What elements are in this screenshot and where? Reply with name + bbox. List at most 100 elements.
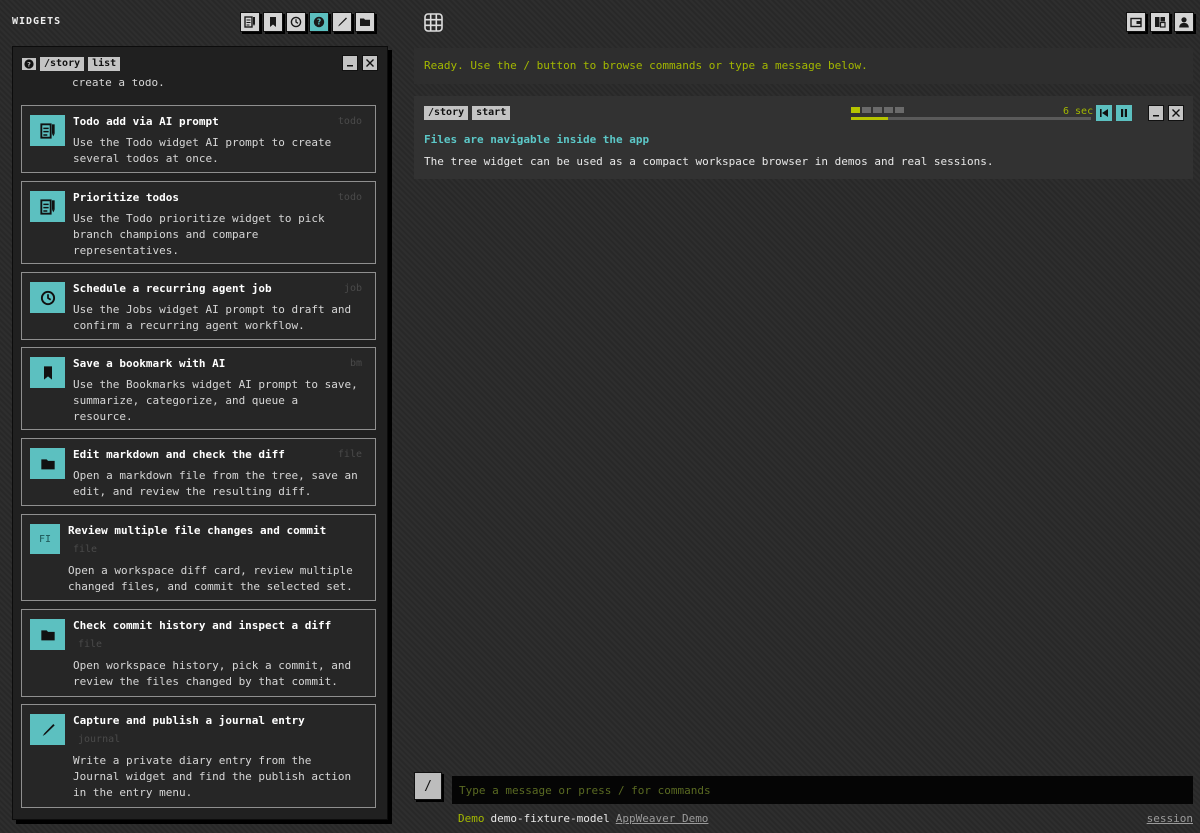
user-button[interactable] — [1174, 12, 1194, 32]
todo-icon — [244, 16, 255, 28]
card-icon — [30, 282, 65, 313]
story-card[interactable]: Todo add via AI prompt todo Use the Todo… — [21, 105, 376, 173]
step-segment — [895, 107, 904, 113]
card-tag: journal — [78, 734, 121, 745]
story-step-title: Files are navigable inside the app — [424, 133, 650, 146]
story-step-text: The tree widget can be used as a compact… — [424, 155, 994, 168]
card-description: Use the Jobs widget AI prompt to draft a… — [73, 303, 352, 332]
app-link[interactable]: AppWeaver Demo — [616, 812, 709, 825]
step-segment — [862, 107, 871, 113]
todo-widget-button[interactable] — [240, 12, 260, 32]
step-segment — [873, 107, 882, 113]
session-link[interactable]: session — [1147, 812, 1193, 825]
progress-bar — [851, 117, 1091, 120]
card-tag: file — [73, 544, 98, 555]
clock-icon — [40, 290, 55, 305]
help-icon: ? — [313, 16, 325, 28]
file-type-icon: FI — [30, 524, 60, 554]
card-description: Write a private diary entry from the Jour… — [73, 754, 352, 799]
footer: Demo demo-fixture-model AppWeaver Demo — [458, 812, 708, 825]
grid-icon[interactable] — [423, 12, 444, 33]
svg-text:?: ? — [27, 60, 31, 68]
card-icon — [30, 357, 65, 388]
help-widget-button[interactable]: ? — [309, 12, 329, 32]
bookmark-icon — [270, 17, 276, 27]
restart-button[interactable] — [1096, 105, 1112, 121]
todo-icon — [39, 122, 55, 139]
minimize-icon — [347, 65, 353, 67]
pause-button[interactable] — [1116, 105, 1132, 121]
close-button[interactable] — [362, 55, 378, 71]
list-command-chip[interactable]: list — [88, 57, 121, 71]
folder-icon — [40, 458, 55, 469]
clock-icon — [290, 16, 302, 28]
story-command-chip[interactable]: /story — [40, 57, 85, 71]
jobs-widget-button[interactable] — [286, 12, 306, 32]
story-progress — [851, 107, 1091, 120]
story-card[interactable]: Prioritize todos todo Use the Todo prior… — [21, 181, 376, 264]
card-description: Open a markdown file from the tree, save… — [73, 469, 358, 498]
card-title: Check commit history and inspect a diff — [73, 619, 332, 632]
card-tag: todo — [337, 116, 362, 127]
card-title: Prioritize todos — [73, 191, 179, 204]
close-button[interactable] — [1168, 105, 1184, 121]
files-widget-button[interactable] — [355, 12, 375, 32]
story-card[interactable]: FI Review multiple file changes and comm… — [21, 514, 376, 601]
card-icon — [30, 115, 65, 146]
pause-icon — [1121, 109, 1127, 117]
card-title: Save a bookmark with AI — [73, 357, 226, 370]
story-card[interactable]: Check commit history and inspect a diff … — [21, 609, 376, 697]
story-list-panel: create a todo. Todo add via AI prompt to… — [12, 46, 388, 820]
card-icon — [30, 714, 65, 745]
story-card[interactable]: Capture and publish a journal entry jour… — [21, 704, 376, 808]
minimize-icon — [1153, 115, 1159, 117]
status-message: Ready. Use the / button to browse comman… — [414, 48, 1193, 84]
card-description: Use the Todo prioritize widget to pick br… — [73, 212, 325, 257]
wallet-button[interactable] — [1126, 12, 1146, 32]
step-segment — [851, 107, 860, 113]
wallet-icon — [1130, 17, 1142, 28]
bookmark-widget-button[interactable] — [263, 12, 283, 32]
step-segment — [884, 107, 893, 113]
todo-icon — [39, 198, 55, 215]
card-tag: file — [337, 449, 362, 460]
card-description: Use the Bookmarks widget AI prompt to sa… — [73, 378, 358, 423]
card-tag: todo — [337, 192, 362, 203]
card-title: Edit markdown and check the diff — [73, 448, 285, 461]
story-card[interactable]: Schedule a recurring agent job job Use t… — [21, 272, 376, 340]
mode-label: Demo — [458, 812, 485, 825]
close-icon — [366, 59, 374, 67]
card-description: Use the Todo widget AI prompt to create s… — [73, 136, 332, 165]
message-input[interactable] — [452, 776, 1193, 804]
minimize-button[interactable] — [1148, 105, 1164, 121]
widgets-title: WIDGETS — [12, 16, 62, 27]
card-title: Todo add via AI prompt — [73, 115, 219, 128]
card-description: Open workspace history, pick a commit, a… — [73, 659, 352, 688]
close-icon — [1172, 109, 1180, 117]
story-command-chip[interactable]: /story — [424, 106, 469, 120]
card-icon — [30, 619, 65, 650]
folder-icon — [360, 18, 370, 26]
card-title: Review multiple file changes and commit — [68, 524, 327, 537]
story-card[interactable]: Save a bookmark with AI bm Use the Bookm… — [21, 347, 376, 430]
panel-header: ? /story list — [13, 47, 387, 79]
journal-widget-button[interactable] — [332, 12, 352, 32]
model-label: demo-fixture-model — [490, 812, 610, 825]
pen-icon — [338, 17, 347, 27]
command-menu-button[interactable]: / — [414, 772, 442, 800]
card-tag: job — [343, 283, 362, 294]
step-segments — [851, 107, 1091, 113]
top-right-toolbar — [1126, 12, 1194, 32]
layout-button[interactable] — [1150, 12, 1170, 32]
card-tag: bm — [349, 358, 362, 369]
skip-back-icon — [1100, 109, 1108, 117]
minimize-button[interactable] — [342, 55, 358, 71]
story-card[interactable]: Edit markdown and check the diff file Op… — [21, 438, 376, 506]
start-command-chip[interactable]: start — [472, 106, 511, 120]
folder-icon — [40, 629, 55, 640]
panel-help-button[interactable]: ? — [22, 58, 36, 70]
widget-toolbar: ? — [240, 12, 375, 32]
bookmark-icon — [43, 365, 52, 380]
card-icon — [30, 191, 65, 222]
card-title: Schedule a recurring agent job — [73, 282, 272, 295]
